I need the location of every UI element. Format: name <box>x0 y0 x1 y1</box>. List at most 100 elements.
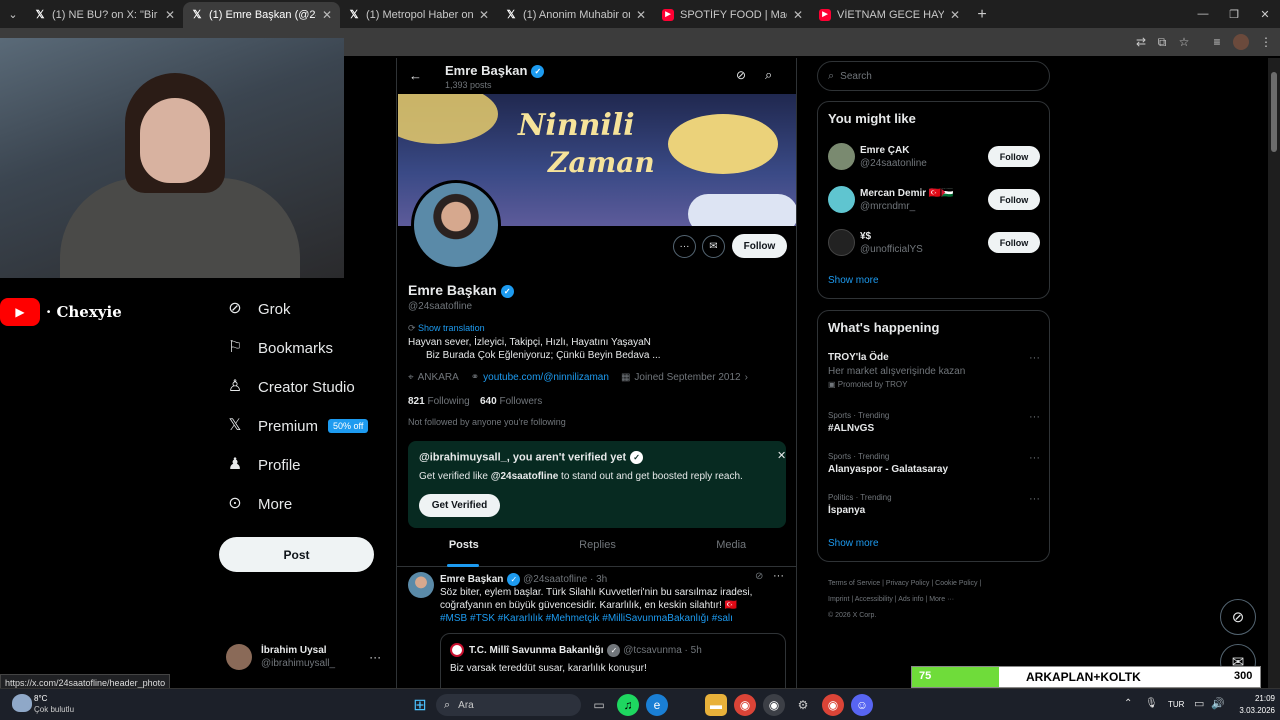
trend-more-icon[interactable]: ··· <box>1029 452 1040 464</box>
tab-posts[interactable]: Posts <box>397 532 531 567</box>
chrome-active-icon[interactable]: ◉ <box>763 694 785 716</box>
suggestion-item[interactable]: Mercan Demir 🇹🇷🇵🇸 @mrcndmr_ Follow <box>828 186 1040 213</box>
tray-chevron-icon[interactable]: ⌃ <box>1124 698 1132 709</box>
network-icon[interactable]: ▭ <box>1194 697 1204 710</box>
close-tab-icon[interactable]: ✕ <box>322 8 332 22</box>
close-tab-icon[interactable]: ✕ <box>479 8 489 22</box>
footer-link[interactable]: More ··· <box>929 596 954 603</box>
trend-more-icon[interactable]: ··· <box>1029 493 1040 505</box>
microphone-icon[interactable]: 🎙 <box>1145 698 1158 709</box>
close-window-icon[interactable]: ✕ <box>1249 0 1280 28</box>
grok-profile-icon[interactable]: ⊘ <box>736 68 746 82</box>
discord-icon[interactable]: ☺ <box>851 694 873 716</box>
trend-more-icon[interactable]: ··· <box>1029 352 1040 364</box>
weather-cloud-icon[interactable] <box>12 694 32 712</box>
trend-item[interactable]: TROY'la Öde Her market alışverişinde kaz… <box>828 352 1040 389</box>
footer-link[interactable]: Ads info <box>898 596 923 603</box>
grok-explain-icon[interactable]: ⊘ <box>755 571 763 582</box>
suggestion-item[interactable]: ¥$ @unofficialYS Follow <box>828 229 1040 256</box>
trend-item[interactable]: Politics · Trending İspanya ··· <box>828 493 1040 516</box>
search-icon[interactable]: ⌕ <box>765 67 772 83</box>
back-arrow-icon[interactable]: ← <box>409 68 422 83</box>
tweet-more-icon[interactable]: ··· <box>773 570 784 582</box>
quoted-tweet[interactable]: T.C. Millî Savunma Bakanlığı ✓ @tcsavunma… <box>440 633 786 688</box>
media-controls-icon[interactable]: ≡ <box>1209 34 1225 50</box>
browser-tab[interactable]: ▶VİETNAM GECE HAYATI BENİ Ç✕ <box>811 2 968 28</box>
browser-tab[interactable]: ▶SPOTİFY FOOD | Madara Olduk✕ <box>654 2 811 28</box>
nav-creator-studio[interactable]: ♙ Creator Studio <box>224 376 355 398</box>
input-language[interactable]: TUR <box>1168 700 1184 709</box>
profile-avatar-icon[interactable] <box>1233 34 1249 50</box>
grok-float-icon[interactable]: ⊘ <box>1220 599 1256 635</box>
follow-button[interactable]: Follow <box>988 232 1040 253</box>
footer-link[interactable]: Cookie Policy <box>935 580 977 587</box>
tweet-hashtags[interactable]: #MSB #TSK #Kararlılık #Mehmetçik #MilliS… <box>440 613 733 624</box>
followers-stat[interactable]: 640 Followers <box>480 396 542 407</box>
suggestion-item[interactable]: Emre ÇAK @24saatonline Follow <box>828 143 1040 170</box>
close-tab-icon[interactable]: ✕ <box>950 8 960 22</box>
nav-grok[interactable]: ⊘ Grok <box>224 298 290 320</box>
edge-icon[interactable]: e <box>646 694 668 716</box>
search-box[interactable]: ⌕ Search <box>817 61 1050 91</box>
account-switcher[interactable]: İbrahim Uysal @ibrahimuysall_ ··· <box>226 644 381 670</box>
follow-button[interactable]: Follow <box>988 146 1040 167</box>
clock-time[interactable]: 21:09 <box>1233 694 1275 703</box>
windows-start-icon[interactable]: ⊞ <box>409 694 431 716</box>
settings-gear-icon[interactable]: ⚙ <box>792 694 814 716</box>
search-input[interactable]: Search <box>840 71 872 82</box>
close-icon[interactable]: ✕ <box>777 449 786 462</box>
restore-icon[interactable]: ❐ <box>1218 0 1250 28</box>
footer-link[interactable]: Accessibility <box>855 596 893 603</box>
volume-icon[interactable]: 🔊 <box>1211 697 1225 710</box>
spotify-icon[interactable]: ♫ <box>617 694 639 716</box>
tab-media[interactable]: Media <box>664 532 796 566</box>
tab-search-icon[interactable]: ⌄ <box>0 0 26 28</box>
tweet-avatar[interactable] <box>408 572 434 598</box>
close-tab-icon[interactable]: ✕ <box>793 8 803 22</box>
browser-menu-icon[interactable]: ⋮ <box>1258 34 1274 50</box>
browser-tab-active[interactable]: 𝕏(1) Emre Başkan (@24saatofline)✕ <box>183 2 340 28</box>
show-more-link[interactable]: Show more <box>828 538 879 549</box>
file-explorer-icon[interactable]: ▬ <box>705 694 727 716</box>
trend-item[interactable]: Sports · Trending #ALNvGS ··· <box>828 411 1040 434</box>
new-tab-button[interactable]: + <box>968 2 996 28</box>
show-more-link[interactable]: Show more <box>828 275 879 286</box>
show-translation-link[interactable]: ⟳ Show translation <box>408 323 485 334</box>
footer-link[interactable]: Imprint <box>828 596 849 603</box>
close-tab-icon[interactable]: ✕ <box>636 8 646 22</box>
footer-link[interactable]: Terms of Service <box>828 580 880 587</box>
page-scrollbar[interactable] <box>1268 58 1280 688</box>
browser-tab[interactable]: 𝕏(1) NE BU? on X: "Bir kadın, iki l✕ <box>26 2 183 28</box>
nav-profile[interactable]: ♟ Profile <box>224 454 301 476</box>
close-tab-icon[interactable]: ✕ <box>165 8 175 22</box>
tab-replies[interactable]: Replies <box>531 532 665 566</box>
install-app-icon[interactable]: ⧉ <box>1154 34 1170 50</box>
chrome-icon[interactable]: ◉ <box>734 694 756 716</box>
follow-button[interactable]: Follow <box>732 234 787 258</box>
browser-tab[interactable]: 𝕏(1) Anonim Muhabir on X: "İki l✕ <box>497 2 654 28</box>
profile-avatar[interactable] <box>411 180 501 270</box>
chrome-profile-icon[interactable]: ◉ <box>822 694 844 716</box>
follow-button[interactable]: Follow <box>988 189 1040 210</box>
message-icon[interactable]: ✉ <box>702 235 725 258</box>
trend-more-icon[interactable]: ··· <box>1029 411 1040 423</box>
bookmark-star-icon[interactable]: ☆ <box>1176 34 1192 50</box>
browser-tab[interactable]: 𝕏(1) Metropol Haber on X: "Bir iş✕ <box>340 2 497 28</box>
nav-more[interactable]: ⊙ More <box>224 493 292 515</box>
nav-bookmarks[interactable]: ⚐ Bookmarks <box>224 337 333 359</box>
footer-link[interactable]: Privacy Policy <box>886 580 930 587</box>
clock-date[interactable]: 3.03.2026 <box>1228 706 1275 715</box>
nav-premium[interactable]: 𝕏 Premium 50% off <box>224 415 369 437</box>
taskbar-search[interactable]: ⌕ Ara <box>436 694 581 716</box>
get-verified-button[interactable]: Get Verified <box>419 494 500 517</box>
task-view-icon[interactable]: ▭ <box>588 694 610 716</box>
translate-icon[interactable]: ⇄ <box>1133 34 1149 50</box>
post-button[interactable]: Post <box>219 537 374 572</box>
tweet[interactable]: Emre Başkan ✓ @24saatofline · 3h ⊘ ··· Sö… <box>397 568 796 688</box>
chevron-right-icon[interactable]: › <box>745 372 748 383</box>
profile-link[interactable]: youtube.com/@ninnilizaman <box>483 372 609 383</box>
following-stat[interactable]: 821 Following <box>408 396 470 407</box>
account-more-icon[interactable]: ··· <box>369 650 381 664</box>
trend-item[interactable]: Sports · Trending Alanyaspor - Galatasar… <box>828 452 1040 475</box>
scrollbar-thumb[interactable] <box>1271 72 1277 152</box>
